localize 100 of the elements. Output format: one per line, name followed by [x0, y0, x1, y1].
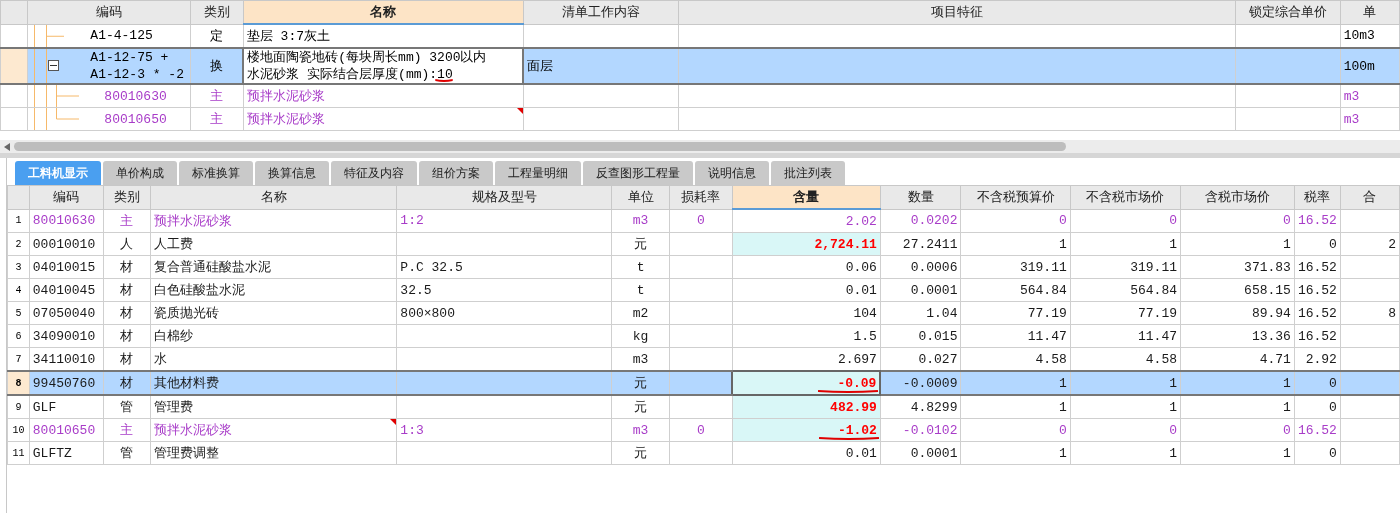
- column-header[interactable]: 类别: [103, 185, 151, 209]
- row-number: 3: [7, 255, 30, 279]
- table-cell: 564.84: [960, 278, 1071, 302]
- table-cell: 白棉纱: [150, 324, 397, 348]
- table-row[interactable]: 80010650 主 预拌水泥砂浆 m3: [0, 107, 1400, 131]
- table-cell: 27.2411: [880, 232, 961, 256]
- scroll-left-icon[interactable]: [4, 142, 10, 151]
- row-number: 11: [7, 441, 30, 465]
- column-header[interactable]: 损耗率: [669, 185, 733, 209]
- table-row[interactable]: 1 80010630 主 预拌水泥砂浆 1:2 m3 0 2.02 0.0202 0 0 0 16.52: [7, 209, 1400, 233]
- code-text: A1-4-125: [90, 27, 154, 45]
- table-cell: 0: [1180, 418, 1295, 442]
- column-header[interactable]: 锁定综合单价: [1235, 0, 1341, 24]
- table-cell: 16.52: [1294, 324, 1341, 348]
- column-header[interactable]: 编码: [29, 185, 104, 209]
- tab[interactable]: 特征及内容: [331, 161, 417, 185]
- tab[interactable]: 换算信息: [255, 161, 329, 185]
- tab[interactable]: 标准换算: [179, 161, 253, 185]
- column-header[interactable]: 清单工作内容: [523, 0, 679, 24]
- tab[interactable]: 反查图形工程量: [583, 161, 693, 185]
- column-header[interactable]: 含税市场价: [1180, 185, 1295, 209]
- table-cell: 0: [1294, 371, 1341, 395]
- table-cell: 1: [960, 371, 1071, 395]
- table-cell: 1: [1180, 441, 1295, 465]
- table-cell: 1: [1070, 395, 1181, 419]
- table-row[interactable]: 9 GLF 管 管理费 元 482.99 4.8299 1 1 1 0: [7, 395, 1400, 419]
- table-row[interactable]: 5 07050040 材 瓷质抛光砖 800×800 m2 104 1.04 77.19 77.19 89.94 16.52 8: [7, 301, 1400, 325]
- table-cell: 白色硅酸盐水泥: [150, 278, 397, 302]
- table-row[interactable]: 6 34090010 材 白棉纱 kg 1.5 0.015 11.47 11.47 13.36 16.52: [7, 324, 1400, 348]
- column-header[interactable]: 类别: [190, 0, 244, 24]
- row-number: 8: [7, 371, 30, 395]
- tree-line: [34, 24, 65, 47]
- table-cell-text: 预拌水泥砂浆: [246, 111, 325, 127]
- table-cell: 材: [103, 324, 151, 348]
- table-cell: 0: [1294, 232, 1341, 256]
- table-cell: 13.36: [1180, 324, 1295, 348]
- column-header[interactable]: 编码: [27, 0, 191, 24]
- table-row[interactable]: A1-12-75 + A1-12-3 * -2 换 楼地面陶瓷地砖(每块周长mm) 3200以内水泥砂浆 实际结合层厚度(mm):10 面层 100m: [0, 48, 1400, 84]
- column-header[interactable]: 合: [1340, 185, 1400, 209]
- table-cell: 0: [960, 209, 1071, 233]
- column-header[interactable]: 名称: [243, 0, 524, 24]
- table-row[interactable]: 2 00010010 人 人工费 元 2,724.11 27.2411 1 1 1 0 2: [7, 232, 1400, 256]
- table-cell: 658.15: [1180, 278, 1295, 302]
- table-cell: 材: [103, 255, 151, 279]
- column-header[interactable]: 不含税预算价: [960, 185, 1071, 209]
- tab[interactable]: 单价构成: [103, 161, 177, 185]
- table-cell: 564.84: [1070, 278, 1181, 302]
- table-row[interactable]: 80010630 主 预拌水泥砂浆 m3: [0, 84, 1400, 108]
- column-header[interactable]: 含量: [732, 185, 881, 209]
- column-header[interactable]: 规格及型号: [396, 185, 612, 209]
- table-cell: 16.52: [1294, 209, 1341, 233]
- table-cell: 换: [190, 48, 244, 84]
- scrollbar-thumb[interactable]: [14, 142, 1066, 151]
- table-cell: 77.19: [1070, 301, 1181, 325]
- column-header[interactable]: 单位: [611, 185, 670, 209]
- table-row[interactable]: 10 80010650 主 预拌水泥砂浆 1:3 m3 0 -1.02 -0.0102 0 0 0 16.52: [7, 418, 1400, 442]
- column-header[interactable]: 单: [1340, 0, 1400, 24]
- table-cell: 2,724.11: [732, 232, 881, 256]
- table-cell: 0: [669, 209, 733, 233]
- table-cell: 319.11: [960, 255, 1071, 279]
- table-cell: 1: [1180, 232, 1295, 256]
- table-cell-text: 预拌水泥砂浆: [246, 88, 325, 104]
- table-cell: 16.52: [1294, 418, 1341, 442]
- table-cell: m2: [611, 301, 670, 325]
- table-cell: t: [611, 278, 670, 302]
- table-cell: 元: [611, 441, 670, 465]
- column-header[interactable]: 不含税市场价: [1070, 185, 1181, 209]
- column-header[interactable]: 数量: [880, 185, 961, 209]
- table-cell: 371.83: [1180, 255, 1295, 279]
- tab[interactable]: 批注列表: [771, 161, 845, 185]
- table-cell: -0.0009: [880, 371, 961, 395]
- table-cell: 主: [103, 418, 151, 442]
- table-cell: 16.52: [1294, 255, 1341, 279]
- table-cell: 元: [611, 395, 670, 419]
- table-row[interactable]: 3 04010015 材 复合普通硅酸盐水泥 P.C 32.5 t 0.06 0.0006 319.11 319.11 371.83 16.52: [7, 255, 1400, 279]
- column-header[interactable]: 名称: [150, 185, 397, 209]
- table-cell: 0: [1294, 441, 1341, 465]
- table-cell-text: 垫层 3:7灰土: [246, 28, 330, 44]
- table-cell: 99450760: [29, 371, 104, 395]
- table-row[interactable]: 8 99450760 材 其他材料费 元 -0.09 -0.0009 1 1 1 0: [7, 371, 1400, 395]
- table-cell: 89.94: [1180, 301, 1295, 325]
- table-row[interactable]: 11 GLFTZ 管 管理费调整 元 0.01 0.0001 1 1 1 0: [7, 441, 1400, 465]
- collapse-toggle[interactable]: [48, 60, 60, 71]
- table-cell: 0.0001: [880, 278, 961, 302]
- table-cell: 77.19: [960, 301, 1071, 325]
- table-cell: m3: [1340, 107, 1400, 131]
- tab[interactable]: 工程量明细: [495, 161, 581, 185]
- table-cell: m3: [611, 209, 670, 233]
- table-cell: -0.09: [732, 371, 881, 395]
- table-row[interactable]: 4 04010045 材 白色硅酸盐水泥 32.5 t 0.01 0.0001 564.84 564.84 658.15 16.52: [7, 278, 1400, 302]
- column-header[interactable]: 项目特征: [678, 0, 1236, 24]
- row-number: 2: [7, 232, 30, 256]
- row-number: 1: [7, 209, 30, 233]
- table-cell: 人: [103, 232, 151, 256]
- tab[interactable]: 说明信息: [695, 161, 769, 185]
- tab[interactable]: 组价方案: [419, 161, 493, 185]
- table-cell: 管: [103, 441, 151, 465]
- column-header[interactable]: 税率: [1294, 185, 1341, 209]
- table-cell: 0.015: [880, 324, 961, 348]
- table-cell: 0.01: [732, 441, 881, 465]
